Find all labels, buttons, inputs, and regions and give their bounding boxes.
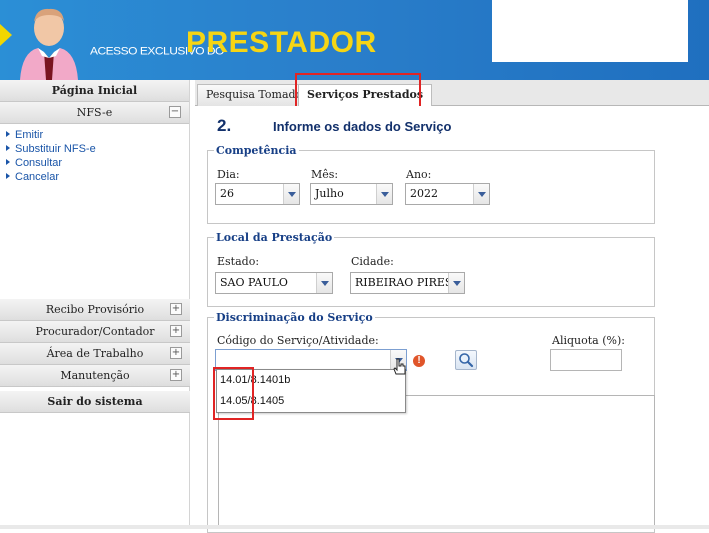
sidebar-section-procurador[interactable]: Procurador/Contador + [0, 321, 190, 343]
nfse-menu: Emitir Substituir NFS-e Consultar Cancel… [0, 124, 189, 184]
triangle-right-icon [6, 145, 10, 151]
main-content: 2. Informe os dados do Serviço Competênc… [195, 106, 709, 533]
bottom-border [0, 525, 709, 529]
mes-value: Julho [315, 187, 344, 200]
triangle-right-icon [6, 173, 10, 179]
aliquota-label: Aliquota (%): [552, 334, 625, 347]
sidebar-home-label: Página Inicial [51, 84, 138, 97]
banner-blank-area [492, 0, 688, 62]
expand-icon[interactable]: + [170, 303, 182, 315]
chevron-down-icon [283, 184, 299, 204]
menu-item-emitir[interactable]: Emitir [4, 128, 189, 142]
dia-select[interactable]: 26 [215, 183, 300, 205]
sidebar-section-label: Procurador/Contador [35, 325, 155, 338]
search-code-button[interactable] [455, 350, 477, 370]
competencia-legend: Competência [216, 144, 297, 157]
menu-item-cancelar[interactable]: Cancelar [4, 170, 189, 184]
estado-select[interactable]: SAO PAULO [215, 272, 333, 294]
chevron-down-icon [376, 184, 392, 204]
sidebar-section-label: Recibo Provisório [45, 303, 145, 316]
chevron-down-icon [473, 184, 489, 204]
menu-item-label: Consultar [15, 157, 63, 169]
menu-item-label: Emitir [15, 129, 44, 141]
sidebar-section-label: Manutenção [60, 369, 130, 382]
dia-label: Dia: [217, 168, 240, 181]
local-prestacao-group: Local da Prestação [207, 231, 655, 307]
sidebar-section-manutencao[interactable]: Manutenção + [0, 365, 190, 387]
step-number: 2. [217, 116, 232, 135]
menu-item-label: Substituir NFS-e [15, 143, 96, 155]
header-banner: ACESSO EXCLUSIVO DO PRESTADOR [0, 0, 709, 80]
aliquota-input[interactable] [550, 349, 622, 371]
cidade-select[interactable]: RIBEIRAO PIRES [350, 272, 465, 294]
logout-label: Sair do sistema [47, 395, 143, 408]
sidebar-home[interactable]: Página Inicial [0, 80, 189, 102]
sidebar-section-nfse-label: NFS-e [76, 106, 113, 119]
triangle-right-icon [6, 159, 10, 165]
sidebar-sections: Recibo Provisório + Procurador/Contador … [0, 299, 190, 413]
menu-item-label: Cancelar [15, 171, 60, 183]
service-description-textarea[interactable] [218, 395, 655, 529]
step-title: Informe os dados do Serviço [273, 119, 452, 134]
chevron-down-icon [316, 273, 332, 293]
chevron-down-icon [448, 273, 464, 293]
expand-icon[interactable]: + [170, 369, 182, 381]
expand-icon[interactable]: + [170, 325, 182, 337]
banner-arrow-icon [0, 24, 12, 46]
sidebar-section-label: Área de Trabalho [46, 347, 144, 360]
hand-cursor-icon [393, 358, 406, 375]
ano-label: Ano: [406, 168, 432, 181]
highlight-box-codes [213, 367, 254, 420]
menu-item-consultar[interactable]: Consultar [4, 156, 189, 170]
sidebar-section-area[interactable]: Área de Trabalho + [0, 343, 190, 365]
ano-select[interactable]: 2022 [405, 183, 490, 205]
local-prestacao-legend: Local da Prestação [216, 231, 333, 244]
discriminacao-legend: Discriminação do Serviço [216, 311, 373, 324]
sidebar: Página Inicial NFS-e − Emitir Substituir… [0, 80, 190, 529]
ano-value: 2022 [410, 187, 438, 200]
mes-select[interactable]: Julho [310, 183, 393, 205]
triangle-right-icon [6, 131, 10, 137]
expand-icon[interactable]: + [170, 347, 182, 359]
provider-avatar-icon [20, 8, 78, 80]
sidebar-section-nfse[interactable]: NFS-e − [0, 102, 189, 124]
banner-title: PRESTADOR [186, 26, 377, 59]
sidebar-section-recibo[interactable]: Recibo Provisório + [0, 299, 190, 321]
tab-bar: Pesquisa Tomador Serviços Prestados [195, 80, 709, 107]
cidade-label: Cidade: [351, 255, 394, 268]
cidade-value: RIBEIRAO PIRES [355, 276, 453, 289]
menu-item-substituir[interactable]: Substituir NFS-e [4, 142, 189, 156]
logout-button[interactable]: Sair do sistema [0, 391, 190, 413]
mes-label: Mês: [311, 168, 339, 181]
magnifier-icon [459, 353, 474, 368]
codigo-servico-label: Código do Serviço/Atividade: [217, 334, 379, 347]
error-icon: ! [413, 355, 425, 367]
estado-value: SAO PAULO [220, 276, 288, 289]
collapse-icon[interactable]: − [169, 106, 181, 118]
dia-value: 26 [220, 187, 234, 200]
estado-label: Estado: [217, 255, 260, 268]
